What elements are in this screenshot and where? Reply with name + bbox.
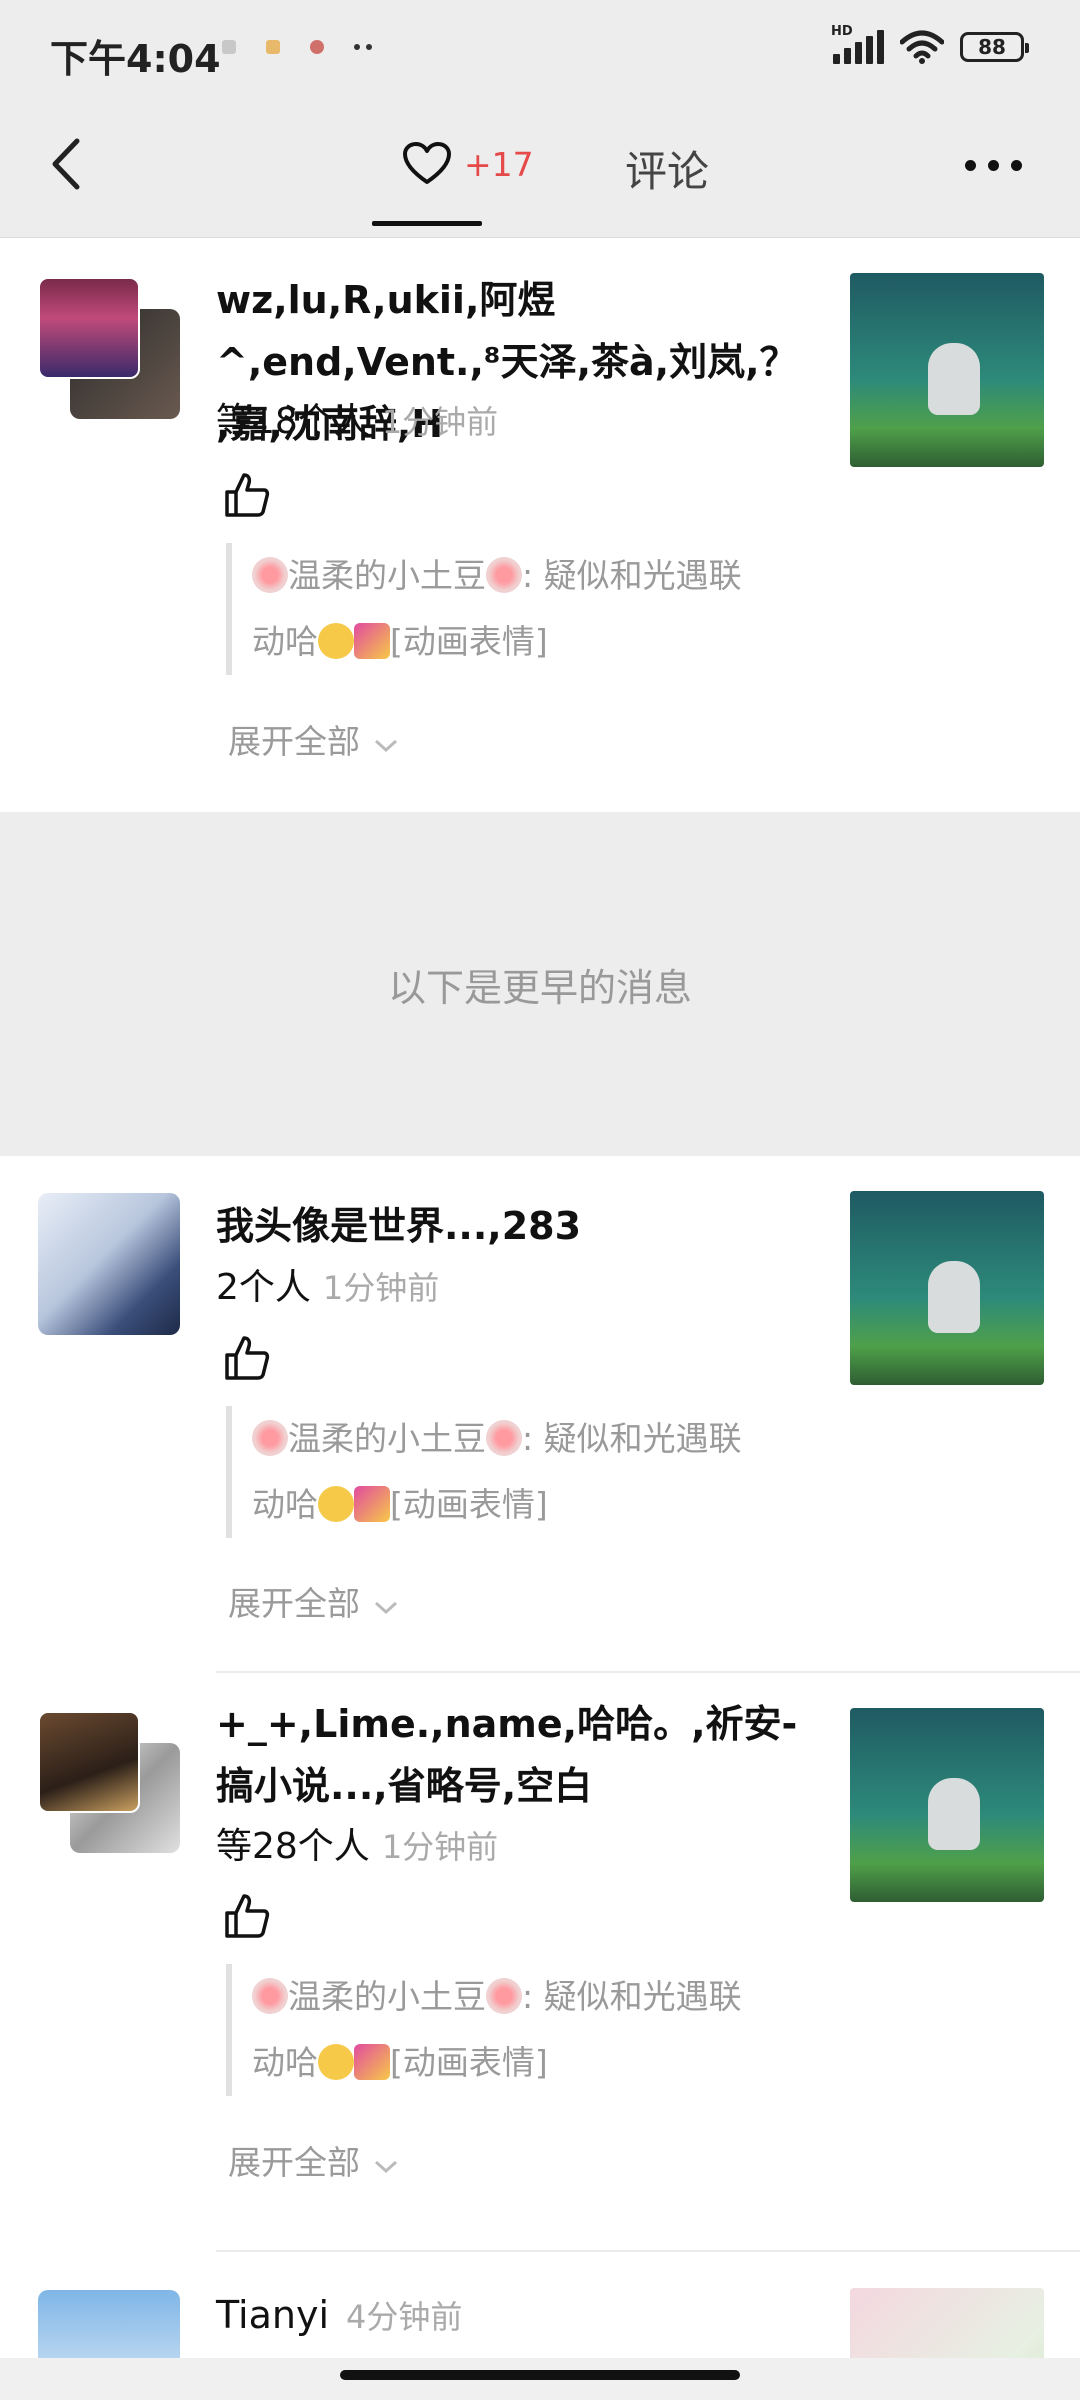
quoted-post: 温柔的小土豆 : 疑似和光遇联 动哈 [动画表情]	[226, 543, 826, 675]
quote-author: 温柔的小土豆	[288, 556, 486, 595]
user-emoji-icon	[486, 1420, 522, 1456]
thumbs-up-icon	[225, 1894, 270, 1938]
timestamp: 1分钟前	[322, 1269, 440, 1307]
avatar-group	[38, 1711, 180, 1853]
post-thumbnail[interactable]	[850, 1191, 1044, 1385]
expand-all-button[interactable]: 展开全部	[228, 715, 398, 763]
liker-count-meta: 2个人 1分钟前	[216, 1258, 439, 1310]
quote-author: 温柔的小土豆	[288, 1977, 486, 2016]
home-indicator-bar	[0, 2358, 1080, 2400]
quote-text-line2: 动哈	[252, 2043, 318, 2082]
liker-names: 我头像是世界...,283	[216, 1204, 582, 1248]
avatar	[38, 1711, 140, 1813]
more-dot	[988, 160, 999, 171]
chevron-down-icon	[374, 1584, 398, 1623]
post-thumbnail[interactable]	[850, 2288, 1044, 2358]
list-item[interactable]: Tianyi 4分钟前	[0, 2254, 1080, 2358]
home-indicator[interactable]	[340, 2370, 740, 2380]
liker-count-meta: 等28个人 1分钟前	[216, 1817, 498, 1869]
quote-tag: [动画表情]	[390, 622, 548, 661]
network-badge: HD	[831, 24, 853, 39]
earlier-messages-banner: 以下是更早的消息	[0, 812, 1080, 1156]
list-item[interactable]: 我头像是世界...,283 2个人 1分钟前 温柔的小土豆 : 疑似和光遇联 动哈 […	[0, 1157, 1080, 1673]
battery-icon: 88	[960, 32, 1029, 62]
chevron-down-icon	[374, 2143, 398, 2182]
user-emoji-icon	[252, 1420, 288, 1456]
eye-roll-emoji-icon	[318, 1486, 354, 1522]
post-thumbnail[interactable]	[850, 1708, 1044, 1902]
avatar-group	[38, 277, 180, 419]
tab-likes[interactable]: +17	[372, 98, 534, 238]
nail-polish-emoji-icon	[354, 623, 390, 659]
active-tab-indicator	[372, 221, 482, 226]
liker-count-meta: 等18个人 1分钟前	[216, 392, 498, 444]
signal-icon: HD	[831, 24, 884, 64]
app-notification-icon	[266, 40, 280, 54]
thumbnail-character	[928, 1778, 980, 1850]
like-count: +17	[464, 145, 534, 184]
liker-names: +_+,Lime.,name,哈哈。,祈安-搞小说...,省略号,空白	[216, 1702, 798, 1808]
liker-count: 2个人	[216, 1267, 311, 1308]
quote-text-line2: 动哈	[252, 1485, 318, 1524]
thumbs-up-icon	[225, 473, 270, 517]
thumbnail-character	[928, 343, 980, 415]
nail-polish-emoji-icon	[354, 2044, 390, 2080]
timestamp: 1分钟前	[381, 403, 499, 441]
quoted-post: 温柔的小土豆 : 疑似和光遇联 动哈 [动画表情]	[226, 1964, 826, 2096]
header: +17 评论	[0, 98, 1080, 238]
post-thumbnail[interactable]	[850, 273, 1044, 467]
status-right: HD 88	[831, 24, 1029, 64]
expand-all-button[interactable]: 展开全部	[228, 1577, 398, 1625]
avatar	[38, 1193, 180, 1335]
user-emoji-icon	[252, 1978, 288, 2014]
more-button[interactable]	[965, 160, 1022, 171]
timestamp: 1分钟前	[381, 1828, 499, 1866]
avatar	[38, 277, 140, 379]
eye-roll-emoji-icon	[318, 2044, 354, 2080]
nail-polish-emoji-icon	[354, 1486, 390, 1522]
tab-comments[interactable]: 评论	[625, 138, 709, 199]
more-notifications-icon	[354, 44, 372, 50]
quote-text: : 疑似和光遇联	[522, 1419, 742, 1458]
quote-tag: [动画表情]	[390, 2043, 548, 2082]
liker-count: 等18个人	[216, 401, 370, 442]
divider	[216, 1671, 1080, 1673]
more-dot	[965, 160, 976, 171]
chevron-down-icon	[374, 722, 398, 761]
user-emoji-icon	[252, 557, 288, 593]
notification-icons	[222, 40, 372, 54]
timestamp: 4分钟前	[346, 2298, 463, 2336]
liker-names: Tianyi	[216, 2293, 330, 2337]
quote-text-line2: 动哈	[252, 622, 318, 661]
status-bar: 下午4:04 HD 88	[0, 0, 1080, 98]
quoted-post: 温柔的小土豆 : 疑似和光遇联 动哈 [动画表情]	[226, 1406, 826, 1538]
expand-label: 展开全部	[228, 1584, 360, 1623]
back-chevron-icon	[52, 138, 80, 190]
heart-icon	[403, 142, 451, 184]
quote-text: : 疑似和光遇联	[522, 1977, 742, 2016]
status-time: 下午4:04	[50, 37, 221, 81]
quote-author: 温柔的小土豆	[288, 1419, 486, 1458]
divider	[216, 2250, 1080, 2252]
expand-all-button[interactable]: 展开全部	[228, 2136, 398, 2184]
quote-text: : 疑似和光遇联	[522, 556, 742, 595]
wifi-icon	[900, 30, 944, 64]
thumbs-up-icon	[225, 1336, 270, 1380]
app-notification-icon	[310, 40, 324, 54]
more-dot	[1011, 160, 1022, 171]
list-item[interactable]: +_+,Lime.,name,哈哈。,祈安-搞小说...,省略号,空白 等28个…	[0, 1675, 1080, 2252]
back-button[interactable]	[36, 134, 96, 194]
thumbnail-character	[928, 1261, 980, 1333]
list-item[interactable]: wz,lu,R,ukii,阿煜^,end,Vent.,⁸天泽,茶à,刘岚,？ ,…	[0, 239, 1080, 811]
expand-label: 展开全部	[228, 2143, 360, 2182]
user-emoji-icon	[486, 1978, 522, 2014]
expand-label: 展开全部	[228, 722, 360, 761]
eye-roll-emoji-icon	[318, 623, 354, 659]
timestamp-meta: 4分钟前	[334, 2292, 462, 2338]
user-emoji-icon	[486, 557, 522, 593]
app-notification-icon	[222, 40, 236, 54]
quote-tag: [动画表情]	[390, 1485, 548, 1524]
liker-count: 等28个人	[216, 1826, 370, 1867]
avatar	[38, 2290, 180, 2358]
